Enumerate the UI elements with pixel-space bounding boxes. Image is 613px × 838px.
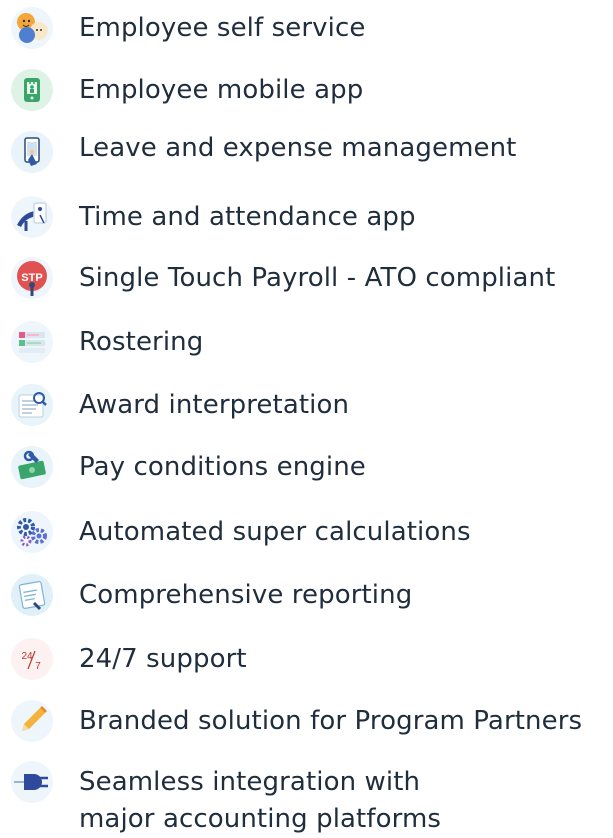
- feature-label: Single Touch Payroll - ATO compliant: [79, 263, 556, 293]
- feature-label: Employee mobile app: [79, 75, 364, 105]
- feature-label: Employee self service: [79, 13, 366, 43]
- support-7-text: 7: [35, 661, 41, 672]
- feature-label: Comprehensive reporting: [79, 580, 413, 610]
- pay-conditions-icon: [10, 445, 54, 489]
- stp-icon: STP: [10, 256, 54, 300]
- super-calculations-icon: [10, 510, 54, 554]
- pencil-icon: [10, 699, 54, 743]
- feature-label: Award interpretation: [79, 390, 350, 420]
- feature-label-line-1: Seamless integration with: [79, 767, 421, 797]
- reporting-icon: [10, 573, 54, 617]
- feature-label: Rostering: [79, 327, 204, 357]
- support-icon: 24 7: [10, 637, 54, 681]
- mobile-app-icon: [10, 68, 54, 112]
- feature-label: Automated super calculations: [79, 517, 471, 547]
- award-interpretation-icon: [10, 383, 54, 427]
- feature-label: Leave and expense management: [79, 133, 517, 163]
- time-attendance-icon: [10, 195, 54, 239]
- feature-label-line-2: major accounting platforms: [79, 804, 442, 834]
- rostering-icon: [10, 320, 54, 364]
- leave-expense-icon: [10, 130, 54, 174]
- employee-self-service-icon: [10, 6, 54, 50]
- feature-label: Time and attendance app: [79, 202, 416, 232]
- feature-label: Pay conditions engine: [79, 452, 366, 482]
- feature-label: Branded solution for Program Partners: [79, 706, 583, 736]
- feature-label: 24/7 support: [79, 644, 247, 674]
- plug-icon: [10, 760, 54, 804]
